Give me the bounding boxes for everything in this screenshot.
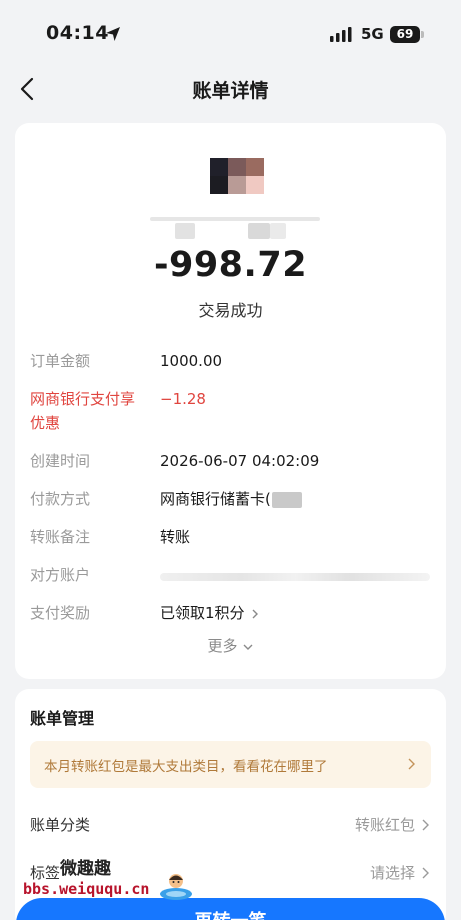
chevron-right-icon (252, 609, 258, 618)
watermark-url: bbs.weiququ.cn (23, 880, 150, 898)
payment-method-text: 网商银行储蓄卡( (160, 490, 271, 508)
transaction-amount: -998.72 (153, 245, 308, 285)
merchant-avatar (210, 158, 264, 194)
location-arrow-icon (106, 27, 120, 41)
counterparty-blurred (160, 573, 430, 581)
detail-value: −1.28 (160, 390, 206, 408)
transfer-again-label: 再转一笔 (16, 907, 445, 920)
transaction-status: 交易成功 (198, 301, 263, 320)
category-value: 转账红包 (354, 816, 415, 834)
transaction-card: -998.72 交易成功 订单金额 1000.00 网商银行支付享优惠 −1.2… (15, 123, 446, 679)
reward-text: 已领取1积分 (160, 604, 245, 622)
network-type: 5G (361, 25, 384, 43)
battery-tip (421, 31, 424, 38)
detail-label: 转账备注 (30, 528, 91, 546)
detail-value: 1000.00 (160, 352, 223, 370)
chevron-right-icon (422, 819, 429, 831)
detail-label: 网商银行支付享优惠 (30, 390, 136, 432)
battery-icon: 69 (390, 26, 420, 43)
status-bar: 04:14 5G 69 (0, 0, 461, 66)
section-title: 账单管理 (30, 709, 95, 728)
detail-label: 付款方式 (30, 490, 91, 508)
status-time: 04:14 (46, 22, 109, 44)
tip-text: 本月转账红包是最大支出类目，看看花在哪里了 (44, 759, 328, 775)
category-label: 账单分类 (30, 816, 91, 834)
chevron-down-icon (243, 644, 252, 650)
reward-link[interactable]: 已领取1积分 (160, 601, 261, 625)
merchant-name-blurred (140, 215, 330, 249)
watermark-title: 微趣趣 (60, 859, 111, 879)
transfer-again-button[interactable]: 再转一笔 (16, 898, 445, 920)
spending-tip-banner[interactable]: 本月转账红包是最大支出类目，看看花在哪里了 (30, 741, 431, 788)
detail-label: 订单金额 (30, 352, 91, 370)
detail-value: 转账 (160, 528, 191, 546)
card-number-blurred (271, 491, 302, 508)
watermark-mascot-icon (160, 874, 192, 900)
page-title: 账单详情 (192, 80, 269, 102)
more-label: 更多 (207, 637, 238, 655)
detail-label: 创建时间 (30, 452, 91, 470)
detail-label: 对方账户 (30, 566, 91, 584)
bill-category-row[interactable]: 账单分类 转账红包 (30, 813, 431, 837)
detail-value: 2026-06-07 04:02:09 (160, 452, 320, 470)
tag-value: 请选择 (369, 864, 415, 882)
detail-value-wrap: 网商银行储蓄卡( (160, 487, 302, 511)
chevron-right-icon (408, 758, 415, 770)
chevron-right-icon (422, 867, 429, 879)
signal-icon (330, 27, 352, 42)
detail-label: 支付奖励 (30, 604, 91, 622)
more-button[interactable]: 更多 (15, 635, 446, 656)
